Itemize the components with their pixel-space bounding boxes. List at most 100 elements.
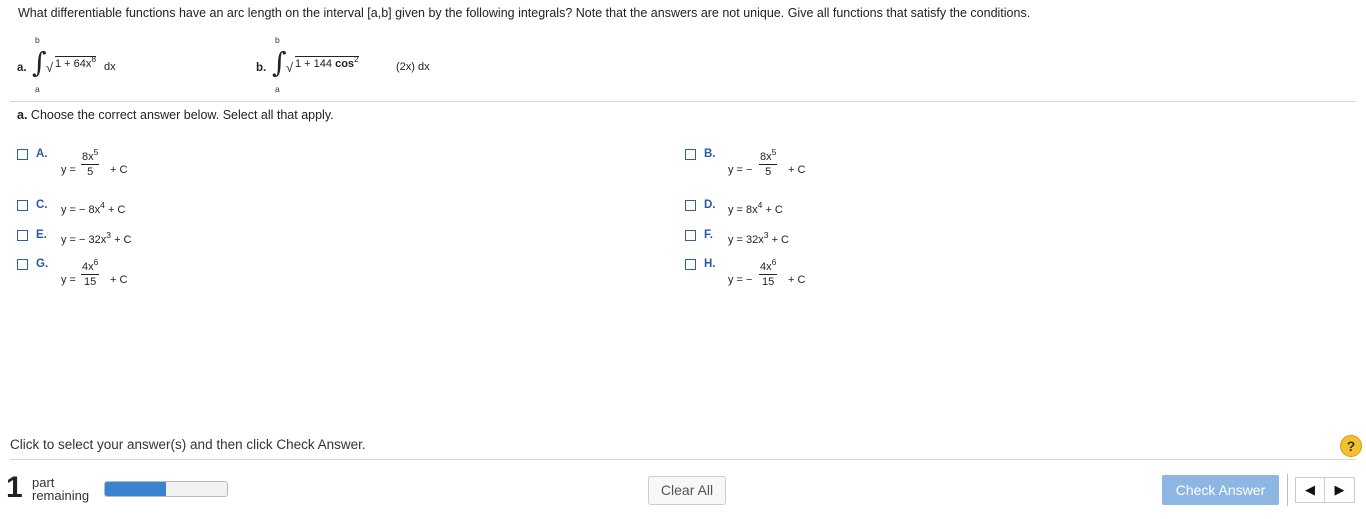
progress-bar (104, 481, 228, 497)
option-label: D. (704, 199, 716, 211)
option-label: E. (36, 229, 47, 241)
integral-a-label: a. (17, 62, 27, 74)
option-e[interactable]: E. y = − 32x3 + C (17, 228, 217, 250)
option-rhs: + C (107, 204, 126, 216)
option-expression: y = 8x4 + C (728, 200, 783, 216)
cos-exponent: 2 (354, 54, 359, 64)
divider (10, 101, 1356, 102)
sqrt-icon: √ (46, 60, 54, 75)
fraction-denominator: 15 (762, 276, 775, 288)
option-expression: y = − 32x3 + C (61, 230, 132, 246)
expression-base: y = 32x (728, 234, 764, 246)
option-rhs: + C (765, 204, 783, 216)
radicand-base: 1 + 64x (55, 58, 92, 70)
prompt-label: a. (17, 108, 28, 122)
check-answer-button[interactable]: Check Answer (1162, 475, 1279, 505)
expression-base: y = − 8x (61, 204, 101, 216)
expression-exponent: 3 (763, 230, 769, 240)
option-rhs: + C (114, 234, 132, 246)
option-lhs: y = − (728, 164, 753, 176)
integral-a-lower-limit: a (35, 84, 40, 94)
option-label: A. (36, 148, 48, 160)
integral-a-upper-limit: b (35, 35, 40, 45)
integral-a-dx: dx (104, 61, 116, 73)
parts-remaining-label: part remaining (32, 476, 89, 502)
option-label: H. (704, 258, 716, 270)
fraction-denominator: 15 (84, 276, 97, 288)
option-label: B. (704, 148, 716, 160)
fraction-denominator: 5 (765, 166, 772, 178)
integral-a-radicand: 1 + 64x8 (55, 54, 97, 70)
integral-b-tail: (2x) dx (396, 61, 430, 73)
question-text: What differentiable functions have an ar… (18, 6, 1031, 20)
integral-sign-icon: ∫ (272, 46, 287, 79)
checkbox-icon[interactable] (685, 200, 696, 211)
option-lhs: y = − (728, 274, 753, 286)
integral-sign-icon: ∫ (32, 46, 47, 79)
fraction-numerator: 4x (82, 261, 94, 273)
divider (1287, 474, 1288, 506)
option-fraction: 8x5 5 (81, 147, 100, 178)
option-g[interactable]: G. y = 4x6 15 + C (17, 257, 217, 299)
option-c[interactable]: C. y = − 8x4 + C (17, 198, 217, 220)
progress-fill (105, 482, 166, 496)
option-fraction: 8x5 5 (759, 147, 778, 178)
help-icon[interactable]: ? (1340, 435, 1362, 457)
checkbox-icon[interactable] (17, 259, 28, 270)
fraction-numerator: 8x (82, 151, 94, 163)
parts-remaining-count: 1 (6, 471, 23, 504)
checkbox-icon[interactable] (685, 149, 696, 160)
integral-b-label: b. (256, 62, 267, 74)
option-rhs: + C (771, 234, 790, 246)
checkbox-icon[interactable] (17, 230, 28, 241)
option-f[interactable]: F. y = 32x3 + C (685, 228, 885, 250)
checkbox-icon[interactable] (17, 200, 28, 211)
option-rhs: + C (110, 164, 128, 176)
integral-b-lower-limit: a (275, 84, 280, 94)
option-rhs: + C (110, 274, 128, 286)
option-expression: y = − 8x4 + C (61, 200, 126, 216)
option-h[interactable]: H. y = − 4x6 15 + C (685, 257, 885, 299)
option-rhs: + C (788, 164, 806, 176)
option-label: F. (704, 229, 713, 241)
clear-all-button[interactable]: Clear All (648, 476, 726, 505)
cos-function: cos (335, 58, 355, 70)
expression-exponent: 3 (106, 230, 111, 240)
option-lhs: y = (61, 274, 76, 286)
fraction-numerator: 4x (760, 261, 772, 273)
checkbox-icon[interactable] (685, 259, 696, 270)
expression-exponent: 4 (757, 200, 763, 210)
numerator-exponent: 5 (93, 147, 99, 157)
next-arrow-icon[interactable]: ▶ (1325, 477, 1355, 503)
expression-exponent: 4 (100, 200, 105, 210)
prompt-text: Choose the correct answer below. Select … (30, 108, 334, 122)
option-b[interactable]: B. y = − 8x5 5 + C (685, 147, 885, 185)
expression-base: y = 8x (728, 204, 758, 216)
option-fraction: 4x6 15 (759, 257, 778, 288)
numerator-exponent: 6 (771, 257, 777, 267)
sqrt-icon: √ (286, 60, 294, 75)
radicand-exponent: 8 (91, 54, 97, 64)
fraction-numerator: 8x (760, 151, 772, 163)
checkbox-icon[interactable] (17, 149, 28, 160)
option-lhs: y = (61, 164, 76, 176)
footer-divider (10, 459, 1356, 460)
option-rhs: + C (788, 274, 806, 286)
integral-b-upper-limit: b (275, 35, 280, 45)
option-a[interactable]: A. y = 8x5 5 + C (17, 147, 217, 185)
radicand-coefficient: 1 + 144 (295, 58, 333, 70)
previous-arrow-icon[interactable]: ◀ (1295, 477, 1325, 503)
footer-instruction: Click to select your answer(s) and then … (10, 437, 366, 452)
option-d[interactable]: D. y = 8x4 + C (685, 198, 885, 220)
part-prompt: a. Choose the correct answer below. Sele… (17, 108, 334, 122)
remaining-word: remaining (32, 488, 90, 503)
option-label: C. (36, 199, 48, 211)
integral-b-radicand: 1 + 144 cos2 (295, 54, 359, 70)
numerator-exponent: 6 (93, 257, 99, 267)
numerator-exponent: 5 (771, 147, 777, 157)
option-expression: y = 32x3 + C (728, 230, 790, 246)
checkbox-icon[interactable] (685, 230, 696, 241)
option-fraction: 4x6 15 (81, 257, 100, 288)
option-label: G. (36, 258, 49, 270)
fraction-denominator: 5 (87, 166, 94, 178)
